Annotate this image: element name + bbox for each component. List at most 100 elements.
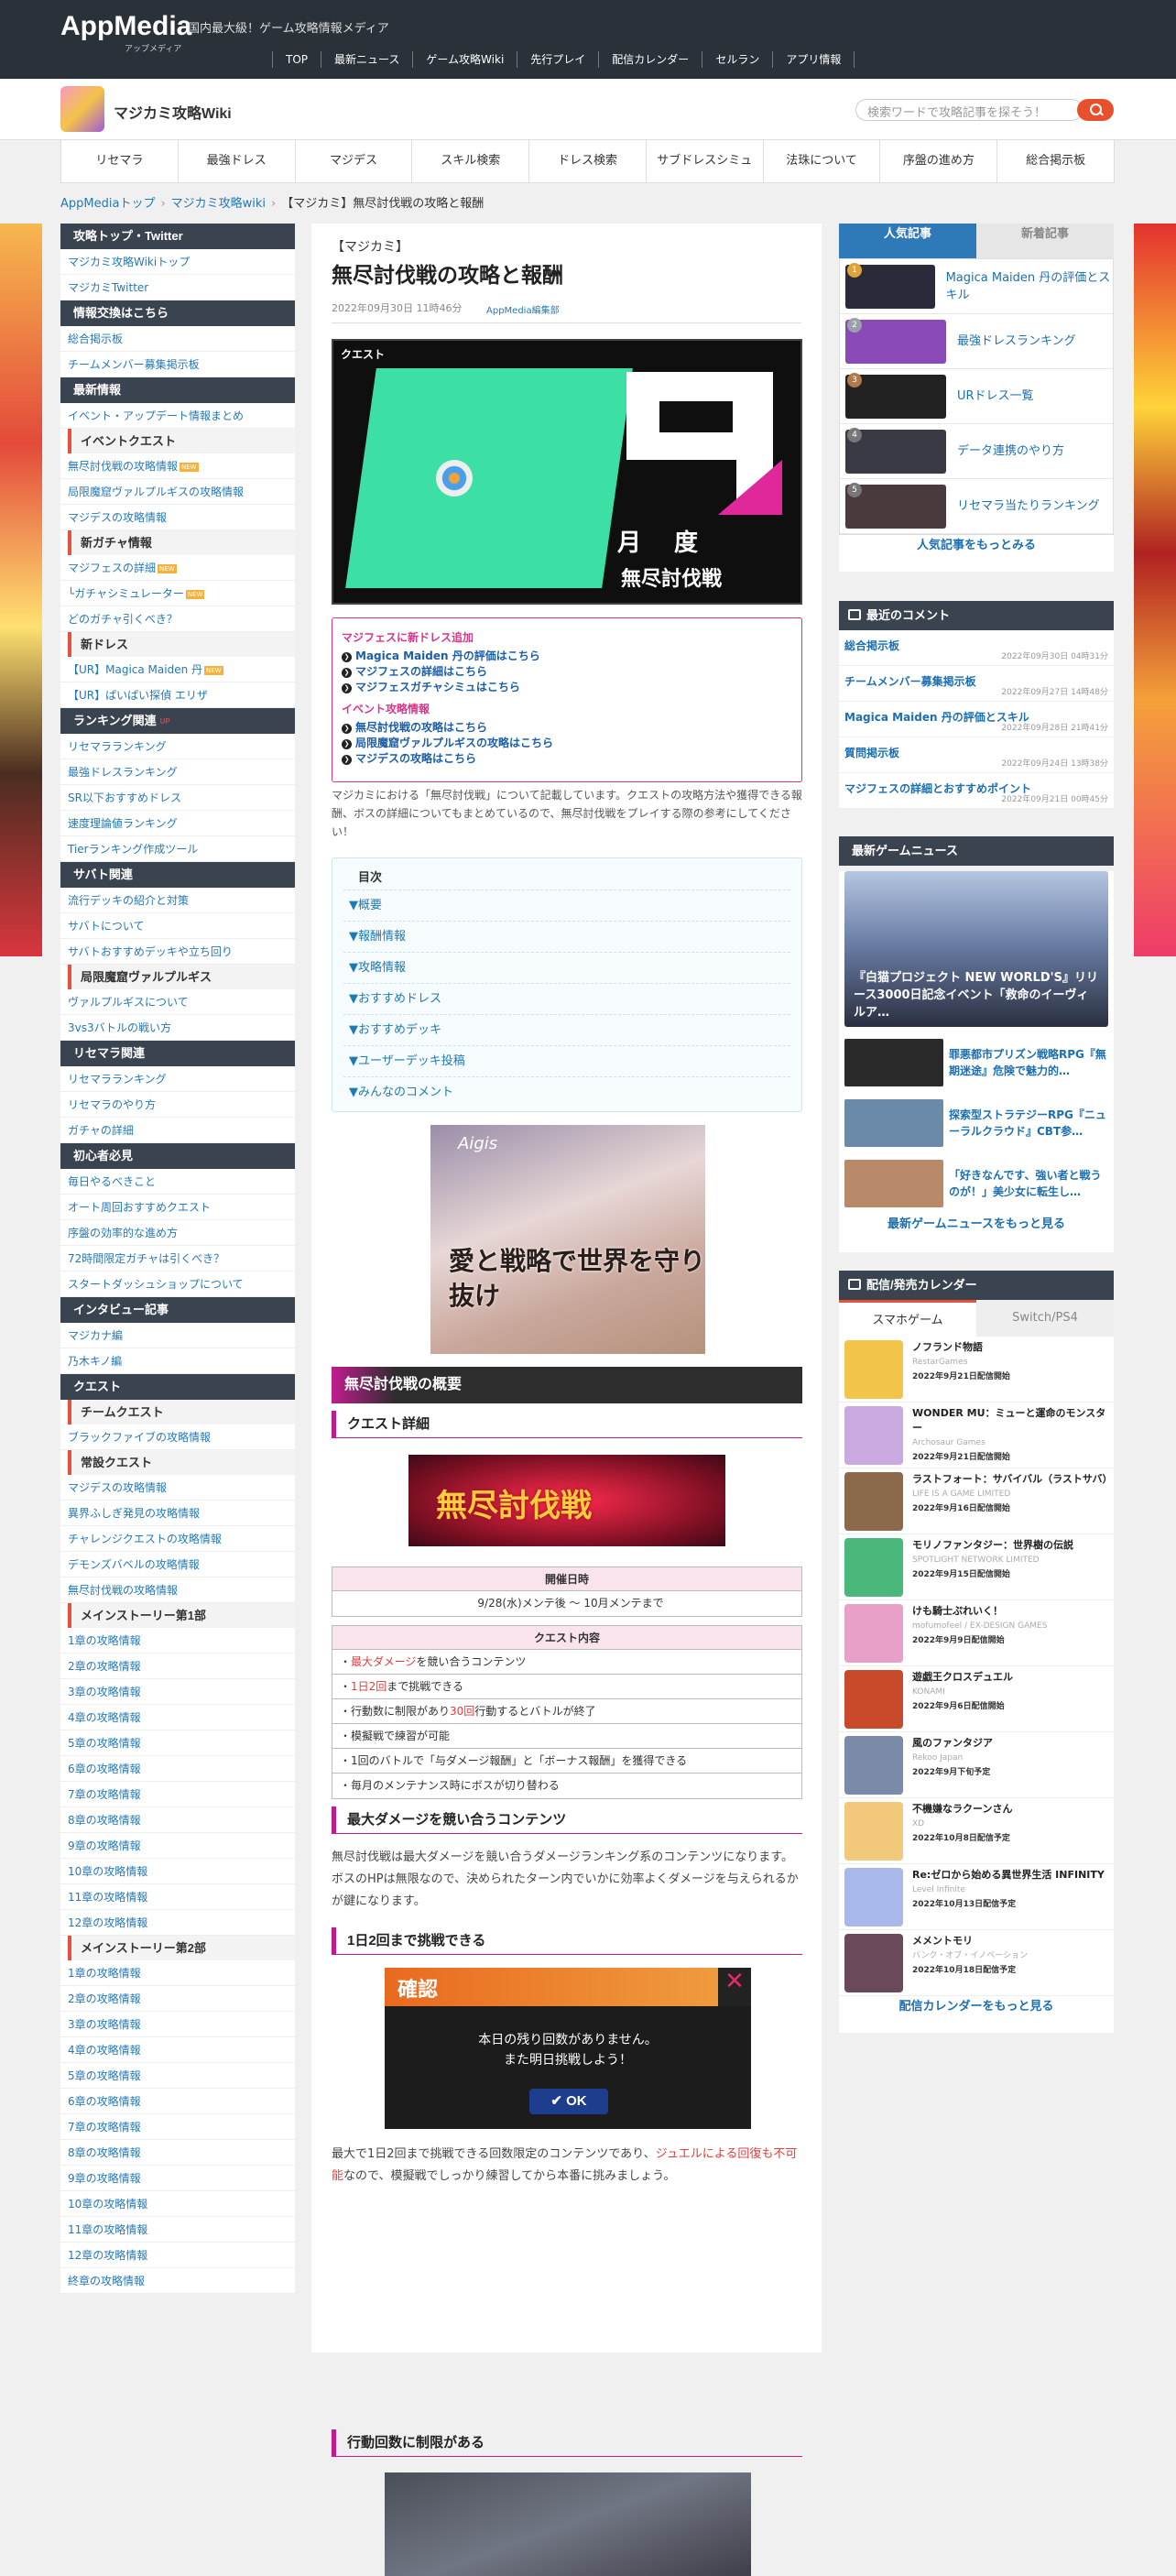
tab-popular[interactable]: 人気記事 <box>839 224 976 258</box>
news-featured[interactable]: 『白猫プロジェクト NEW WORLD'S』リリース3000日記念イベント「救命… <box>844 871 1108 1027</box>
sidebar-link[interactable]: チャレンジクエストの攻略情報 <box>60 1526 295 1552</box>
breadcrumb-home[interactable]: AppMediaトップ <box>60 197 155 211</box>
wiki-tab[interactable]: 最強ドレス <box>179 140 296 182</box>
global-nav-item[interactable]: 最新ニュース <box>321 51 412 68</box>
wiki-tab[interactable]: ドレス検索 <box>529 140 647 182</box>
promo-link[interactable]: マジフェスガチャシミュはこちら <box>342 680 792 695</box>
popular-item[interactable]: 2 最強ドレスランキング <box>840 314 1113 369</box>
calendar-item[interactable]: ノフランド物語 RestarGames 2022年9月21日配信開始 <box>839 1337 1114 1403</box>
article-author[interactable]: AppMedia編集部 <box>486 302 560 316</box>
calendar-item[interactable]: Re:ゼロから始める異世界生活 INFINITY Level Infinite 20… <box>839 1864 1114 1930</box>
sidebar-link[interactable]: 72時間限定ガチャは引くべき？ <box>60 1246 295 1272</box>
sidebar-link[interactable]: 7章の攻略情報 <box>60 2114 295 2140</box>
sidebar-link[interactable]: 4章の攻略情報 <box>60 2037 295 2063</box>
calendar-item[interactable]: 風のファンタジア Rekoo Japan 2022年9月下旬予定 <box>839 1732 1114 1798</box>
sidebar-link[interactable]: デモンズバベルの攻略情報 <box>60 1552 295 1577</box>
sidebar-link[interactable]: 12章の攻略情報 <box>60 1910 295 1936</box>
sidebar-link[interactable]: どのガチャ引くべき？ <box>60 606 295 632</box>
sidebar-link[interactable]: 3章の攻略情報 <box>60 1679 295 1705</box>
sidebar-link[interactable]: 【UR】Magica Maiden 丹 NEW <box>60 657 295 682</box>
sidebar-link[interactable]: 3vs3バトルの戦い方 <box>60 1015 295 1041</box>
global-nav-item[interactable]: TOP <box>272 51 321 68</box>
side-ad-left[interactable] <box>0 224 42 956</box>
sidebar-link[interactable]: マジカミ攻略Wikiトップ <box>60 249 295 275</box>
comment-item[interactable]: マジフェスの詳細とおすすめポイント 2022年09月21日 00時45分 <box>839 773 1114 809</box>
toc-item[interactable]: ▼ユーザーデッキ投稿 <box>343 1045 790 1076</box>
sidebar-link[interactable]: 11章の攻略情報 <box>60 2217 295 2243</box>
tab-switch-ps4[interactable]: Switch/PS4 <box>976 1300 1114 1337</box>
calendar-item[interactable]: 遊戯王クロスデュエル KONAMI 2022年9月6日配信開始 <box>839 1666 1114 1732</box>
sidebar-link[interactable]: マジカミTwitter <box>60 275 295 300</box>
toc-item[interactable]: ▼報酬情報 <box>343 921 790 952</box>
sidebar-link[interactable]: Tierランキング作成ツール <box>60 836 295 862</box>
sidebar-link[interactable]: └ガチャシミュレーター NEW <box>60 581 295 606</box>
promo-link[interactable]: Magica Maiden 丹の評価はこちら <box>342 649 792 664</box>
sidebar-link[interactable]: SR以下おすすめドレス <box>60 785 295 811</box>
sidebar-link[interactable]: 5章の攻略情報 <box>60 1730 295 1756</box>
toc-item[interactable]: ▼概要 <box>343 890 790 921</box>
sidebar-link[interactable]: 乃木キノ編 <box>60 1348 295 1374</box>
sidebar-link[interactable]: リセマラのやり方 <box>60 1092 295 1118</box>
sidebar-link[interactable]: 序盤の効率的な進め方 <box>60 1220 295 1246</box>
sidebar-link[interactable]: マジカナ編 <box>60 1323 295 1348</box>
wiki-tab[interactable]: 序盤の進め方 <box>880 140 998 182</box>
wiki-tab[interactable]: スキル検索 <box>412 140 530 182</box>
sidebar-link[interactable]: 3章の攻略情報 <box>60 2012 295 2037</box>
sidebar-link[interactable]: 9章の攻略情報 <box>60 1833 295 1859</box>
sidebar-link[interactable]: サバトおすすめデッキや立ち回り <box>60 939 295 965</box>
sidebar-link[interactable]: リセマラランキング <box>60 734 295 759</box>
popular-item[interactable]: 1 Magica Maiden 丹の評価とスキル <box>840 259 1113 314</box>
sidebar-link[interactable]: 5章の攻略情報 <box>60 2063 295 2089</box>
toc-item[interactable]: ▼みんなのコメント <box>343 1076 790 1108</box>
sidebar-link[interactable]: 11章の攻略情報 <box>60 1884 295 1910</box>
comment-title[interactable]: チームメンバー募集掲示板 <box>844 675 976 688</box>
comment-item[interactable]: 質問掲示板 2022年09月24日 13時38分 <box>839 737 1114 773</box>
news-more-link[interactable]: 最新ゲームニュースをもっと見る <box>839 1214 1114 1250</box>
sidebar-link[interactable]: 無尽討伐戦の攻略情報 NEW <box>60 453 295 479</box>
sidebar-link[interactable]: 2章の攻略情報 <box>60 1986 295 2012</box>
global-nav-item[interactable]: 先行プレイ <box>517 51 598 68</box>
sidebar-link[interactable]: マジフェスの詳細 NEW <box>60 555 295 581</box>
sidebar-link[interactable]: 6章の攻略情報 <box>60 1756 295 1782</box>
toc-item[interactable]: ▼攻略情報 <box>343 952 790 983</box>
comment-title[interactable]: 総合掲示板 <box>844 639 899 652</box>
wiki-tab[interactable]: 総合掲示板 <box>997 140 1116 182</box>
search-input[interactable]: 検索ワードで攻略記事を探そう！ <box>855 99 1083 121</box>
promo-link[interactable]: 局限魔窟ヴァルプルギスの攻略はこちら <box>342 736 792 751</box>
comment-item[interactable]: Magica Maiden 丹の評価とスキル 2022年09月28日 21時41分 <box>839 702 1114 737</box>
news-item[interactable]: 探索型ストラテジーRPG『ニューラルクラウド』CBT参… <box>839 1093 1114 1153</box>
sidebar-link[interactable]: イベント・アップデート情報まとめ <box>60 403 295 429</box>
promo-link[interactable]: マジデスの攻略はこちら <box>342 751 792 767</box>
sidebar-link[interactable]: 終章の攻略情報 <box>60 2268 295 2294</box>
sidebar-link[interactable]: 9章の攻略情報 <box>60 2166 295 2191</box>
calendar-item[interactable]: WONDER MU：ミューと運命のモンスター Archosaur Games 202… <box>839 1403 1114 1468</box>
sidebar-link[interactable]: マジデスの攻略情報 <box>60 1475 295 1501</box>
sidebar-link[interactable]: 最強ドレスランキング <box>60 759 295 785</box>
toc-item[interactable]: ▼おすすめドレス <box>343 983 790 1014</box>
sidebar-link[interactable]: 10章の攻略情報 <box>60 2191 295 2217</box>
sidebar-link[interactable]: 【UR】ぱいぱい探偵 エリザ <box>60 682 295 708</box>
sidebar-link[interactable]: ガチャの詳細 <box>60 1118 295 1143</box>
sidebar-link[interactable]: 無尽討伐戦の攻略情報 <box>60 1577 295 1603</box>
wiki-tab[interactable]: 法珠について <box>764 140 881 182</box>
sidebar-link[interactable]: ヴァルプルギスについて <box>60 989 295 1015</box>
sidebar-link[interactable]: 異界ふしぎ発見の攻略情報 <box>60 1501 295 1526</box>
sidebar-link[interactable]: 速度理論値ランキング <box>60 811 295 836</box>
breadcrumb-wiki[interactable]: マジカミ攻略wiki <box>171 197 266 211</box>
toc-item[interactable]: ▼おすすめデッキ <box>343 1014 790 1045</box>
sidebar-link[interactable]: 6章の攻略情報 <box>60 2089 295 2114</box>
sidebar-link[interactable]: 7章の攻略情報 <box>60 1782 295 1807</box>
comment-item[interactable]: 総合掲示板 2022年09月30日 04時31分 <box>839 630 1114 666</box>
news-item[interactable]: 罪悪都市プリズン戦略RPG『無期迷途』危険で魅力的… <box>839 1032 1114 1093</box>
wiki-tab[interactable]: リセマラ <box>61 140 179 182</box>
sidebar-link[interactable]: マジデスの攻略情報 <box>60 505 295 530</box>
popular-item[interactable]: 5 リセマラ当たりランキング <box>840 479 1113 534</box>
news-item[interactable]: 「好きなんです、強い者と戦うのが！」美少女に転生し… <box>839 1153 1114 1214</box>
sidebar-link[interactable]: 1章の攻略情報 <box>60 1628 295 1654</box>
wiki-icon[interactable] <box>60 86 104 132</box>
calendar-item[interactable]: 不機嫌なラクーンさん XD 2022年10月8日配信予定 <box>839 1798 1114 1864</box>
sidebar-link[interactable]: 毎日やるべきこと <box>60 1169 295 1195</box>
sidebar-link[interactable]: 12章の攻略情報 <box>60 2243 295 2268</box>
calendar-item[interactable]: ラストフォート：サバイバル（ラストサバ） LIFE IS A GAME LIMIT… <box>839 1468 1114 1534</box>
sidebar-link[interactable]: 流行デッキの紹介と対策 <box>60 888 295 913</box>
